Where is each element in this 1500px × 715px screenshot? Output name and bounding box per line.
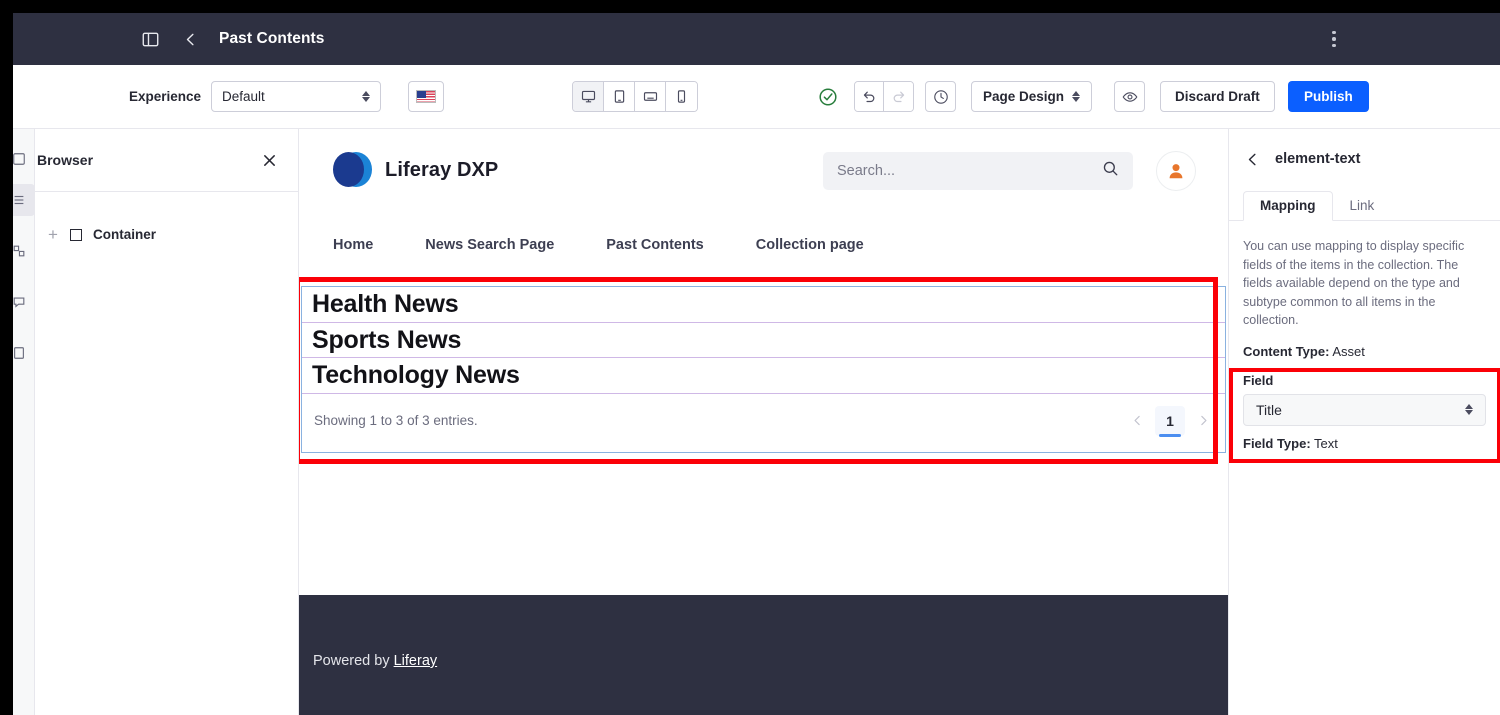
content-type-label: Content Type: [1243,343,1330,359]
screen-left-border [0,0,13,715]
back-button[interactable] [177,26,203,52]
content-type-row: Content Type: Asset [1229,330,1500,359]
page-design-label: Page Design [983,89,1065,104]
pagination: 1 [1125,405,1215,437]
tree-item-label: Container [93,227,157,242]
panel-back-icon[interactable] [1243,150,1261,168]
nav-item-home[interactable]: Home [333,237,399,253]
collection-footer: Showing 1 to 3 of 3 entries. 1 [302,394,1225,448]
chevron-updown-icon [1465,404,1473,415]
preview-button[interactable] [1114,81,1145,112]
field-select[interactable]: Title [1243,393,1486,426]
list-item[interactable]: Technology News [302,358,1225,394]
undo-redo-group [854,81,914,112]
mapping-description: You can use mapping to display specific … [1243,239,1465,327]
app-header-bar: Past Contents [13,13,1500,65]
browser-panel-header: Browser [19,129,298,192]
list-item[interactable]: Health News [302,287,1225,323]
undo-button[interactable] [855,82,884,111]
collection-display-container[interactable]: Health News Sports News Technology News … [301,286,1226,453]
field-label: Field [1243,372,1274,388]
content-type-value: Asset [1332,343,1365,359]
discard-draft-button[interactable]: Discard Draft [1160,81,1275,112]
redo-button[interactable] [884,82,913,111]
experience-label: Experience [129,89,202,104]
collection-item-list: Health News Sports News Technology News [302,287,1225,394]
footer-liferay-link[interactable]: Liferay [394,653,438,669]
panel-tabs: Mapping Link [1229,190,1500,221]
list-item-title[interactable]: Sports News [302,325,1225,356]
page-design-button[interactable]: Page Design [971,81,1093,112]
site-footer: Powered by Liferay [299,595,1228,715]
plus-icon[interactable]: + [47,226,59,243]
close-icon[interactable] [258,149,280,171]
field-type-label: Field Type: [1243,435,1311,451]
screen-top-border [0,0,1500,13]
footer-text: Powered by [313,653,394,669]
nav-item-collection-page[interactable]: Collection page [756,237,890,253]
browser-panel: Browser + Container [19,129,299,715]
kebab-menu-icon[interactable] [1323,28,1345,50]
browser-panel-title: Browser [37,152,94,168]
device-tablet-landscape-button[interactable] [635,82,666,111]
right-panel-header: element-text [1229,129,1500,168]
search-icon[interactable] [1102,160,1119,182]
sidebar-toggle-icon[interactable] [137,26,163,52]
nav-item-news-search-page[interactable]: News Search Page [425,237,580,253]
device-desktop-button[interactable] [573,82,604,111]
experience-select-value: Default [222,89,265,104]
nav-item-past-contents[interactable]: Past Contents [606,237,730,253]
site-search-input[interactable]: Search... [823,152,1133,190]
chevron-updown-icon [362,91,370,102]
language-flag-button[interactable] [408,81,444,112]
experience-select[interactable]: Default [211,81,381,112]
history-button[interactable] [925,81,956,112]
site-header: Liferay DXP Search... [299,129,1228,219]
editor-toolbar: Experience Default Page Design Discard D… [13,65,1500,129]
element-properties-panel: element-text Mapping Link You can use ma… [1228,129,1500,715]
tree-item-container[interactable]: + Container [19,220,298,249]
field-type-row: Field Type: Text [1229,426,1500,451]
page-title: Past Contents [219,30,325,47]
browser-tree: + Container [19,192,298,249]
device-mobile-button[interactable] [666,82,697,111]
liferay-logo-icon [333,151,372,189]
page-canvas: Liferay DXP Search... Home News Search P… [299,129,1228,715]
pagination-page-1[interactable]: 1 [1155,405,1185,437]
device-tablet-button[interactable] [604,82,635,111]
pagination-prev-icon[interactable] [1125,409,1149,433]
field-type-value: Text [1314,435,1338,451]
site-logo[interactable]: Liferay DXP [333,151,498,189]
list-item-title[interactable]: Health News [302,289,1225,320]
list-item-title[interactable]: Technology News [302,360,1225,391]
list-item[interactable]: Sports News [302,323,1225,358]
save-status-icon [818,87,838,107]
chevron-updown-icon [1072,91,1081,102]
editor-icon-rail [3,129,35,715]
tab-link[interactable]: Link [1333,191,1392,221]
site-name: Liferay DXP [385,158,499,181]
field-select-value: Title [1256,401,1282,418]
us-flag-icon [416,90,436,103]
tab-mapping[interactable]: Mapping [1243,191,1333,221]
search-placeholder: Search... [837,163,896,179]
element-name-title: element-text [1275,151,1361,167]
container-square-icon [70,228,82,241]
user-avatar-icon[interactable] [1156,151,1196,191]
entries-count-text: Showing 1 to 3 of 3 entries. [314,413,478,428]
publish-button[interactable]: Publish [1288,81,1369,112]
site-navigation: Home News Search Page Past Contents Coll… [299,219,1228,271]
pagination-next-icon[interactable] [1191,409,1215,433]
app-root: Past Contents Experience Default Page De… [0,0,1500,715]
device-preview-group [572,81,698,112]
